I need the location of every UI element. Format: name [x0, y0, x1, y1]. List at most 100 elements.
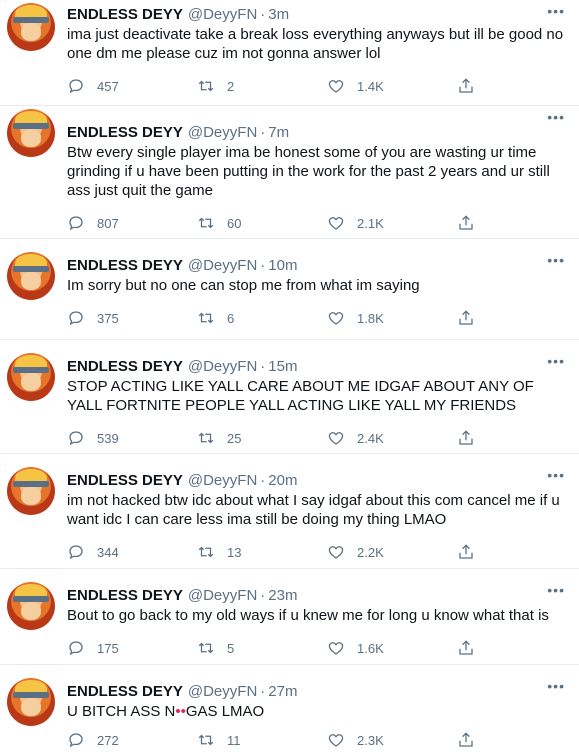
reply-count: 457	[97, 78, 119, 94]
avatar[interactable]	[7, 3, 55, 51]
share-button[interactable]	[457, 309, 487, 327]
retweet-button[interactable]: 2	[197, 77, 327, 95]
retweet-button[interactable]: 5	[197, 639, 327, 657]
action-bar: 375 6 1.8K	[67, 299, 565, 337]
timestamp[interactable]: 15m	[268, 358, 297, 375]
timestamp[interactable]: 27m	[268, 683, 297, 700]
more-options-icon[interactable]: •••	[547, 468, 565, 482]
reply-icon	[69, 641, 83, 656]
user-handle[interactable]: @DeyyFN	[188, 683, 257, 700]
share-icon	[459, 310, 473, 325]
more-options-icon[interactable]: •••	[547, 679, 565, 693]
user-handle[interactable]: @DeyyFN	[188, 6, 257, 23]
action-bar: 272 11 2.3K	[67, 725, 565, 755]
more-options-icon[interactable]: •••	[547, 253, 565, 267]
reply-count: 344	[97, 544, 119, 560]
retweet-button[interactable]: 60	[197, 214, 327, 232]
like-count: 1.8K	[357, 310, 384, 326]
more-options-icon[interactable]: •••	[547, 110, 565, 124]
tweet[interactable]: ••• ENDLESS DEYY @DeyyFN · 7m Btw every …	[0, 106, 579, 239]
like-button[interactable]: 2.1K	[327, 214, 457, 232]
reply-count: 539	[97, 430, 119, 446]
tweet-header: ENDLESS DEYY @DeyyFN · 7m	[67, 121, 565, 143]
more-options-icon[interactable]: •••	[547, 583, 565, 597]
like-button[interactable]: 2.3K	[327, 731, 457, 749]
heart-icon	[328, 312, 344, 325]
user-handle[interactable]: @DeyyFN	[188, 257, 257, 274]
avatar[interactable]	[7, 678, 55, 726]
reply-icon	[69, 311, 83, 326]
reply-button[interactable]: 539	[67, 429, 197, 447]
heart-icon	[328, 734, 344, 747]
tweet-feed: ••• ENDLESS DEYY @DeyyFN · 3m ima just d…	[0, 0, 579, 756]
share-icon	[459, 732, 473, 747]
tweet[interactable]: ••• ENDLESS DEYY @DeyyFN · 3m ima just d…	[0, 0, 579, 106]
share-icon	[459, 430, 473, 445]
avatar[interactable]	[7, 467, 55, 515]
share-button[interactable]	[457, 731, 487, 749]
avatar[interactable]	[7, 582, 55, 630]
censor-mark: ••	[175, 703, 186, 720]
retweet-button[interactable]: 6	[197, 309, 327, 327]
display-name[interactable]: ENDLESS DEYY	[67, 587, 183, 604]
reply-button[interactable]: 807	[67, 214, 197, 232]
retweet-button[interactable]: 13	[197, 543, 327, 561]
like-button[interactable]: 1.8K	[327, 309, 457, 327]
more-options-icon[interactable]: •••	[547, 4, 565, 18]
tweet-text: Im sorry but no one can stop me from wha…	[67, 277, 420, 294]
share-button[interactable]	[457, 214, 487, 232]
reply-count: 807	[97, 215, 119, 231]
heart-icon	[328, 642, 344, 655]
share-button[interactable]	[457, 543, 487, 561]
like-button[interactable]: 2.4K	[327, 429, 457, 447]
share-icon	[459, 215, 473, 230]
share-button[interactable]	[457, 429, 487, 447]
tweet[interactable]: ••• ENDLESS DEYY @DeyyFN · 20m im not ha…	[0, 454, 579, 569]
reply-button[interactable]: 344	[67, 543, 197, 561]
avatar[interactable]	[7, 252, 55, 300]
timestamp[interactable]: 23m	[268, 587, 297, 604]
display-name[interactable]: ENDLESS DEYY	[67, 124, 183, 141]
reply-button[interactable]: 175	[67, 639, 197, 657]
tweet[interactable]: ••• ENDLESS DEYY @DeyyFN · 10m Im sorry …	[0, 239, 579, 340]
timestamp[interactable]: 3m	[268, 6, 289, 23]
user-handle[interactable]: @DeyyFN	[188, 124, 257, 141]
display-name[interactable]: ENDLESS DEYY	[67, 472, 183, 489]
like-button[interactable]: 1.4K	[327, 77, 457, 95]
display-name[interactable]: ENDLESS DEYY	[67, 683, 183, 700]
reply-icon	[69, 733, 83, 748]
tweet-header: ENDLESS DEYY @DeyyFN · 3m	[67, 3, 565, 25]
share-button[interactable]	[457, 639, 487, 657]
display-name[interactable]: ENDLESS DEYY	[67, 6, 183, 23]
more-options-icon[interactable]: •••	[547, 354, 565, 368]
timestamp[interactable]: 7m	[268, 124, 289, 141]
retweet-button[interactable]: 11	[197, 731, 327, 749]
timestamp[interactable]: 20m	[268, 472, 297, 489]
avatar[interactable]	[7, 109, 55, 157]
retweet-button[interactable]: 25	[197, 429, 327, 447]
tweet[interactable]: ••• ENDLESS DEYY @DeyyFN · 15m STOP ACTI…	[0, 340, 579, 454]
avatar[interactable]	[7, 353, 55, 401]
retweet-icon	[198, 546, 214, 558]
retweet-count: 60	[227, 215, 242, 231]
separator: ·	[260, 682, 266, 700]
like-button[interactable]: 2.2K	[327, 543, 457, 561]
display-name[interactable]: ENDLESS DEYY	[67, 358, 183, 375]
display-name[interactable]: ENDLESS DEYY	[67, 257, 183, 274]
timestamp[interactable]: 10m	[268, 257, 297, 274]
user-handle[interactable]: @DeyyFN	[188, 358, 257, 375]
reply-button[interactable]: 457	[67, 77, 197, 95]
retweet-count: 5	[227, 640, 235, 656]
separator: ·	[260, 5, 266, 23]
user-handle[interactable]: @DeyyFN	[188, 587, 257, 604]
tweet-text: Btw every single player ima be honest so…	[67, 144, 554, 199]
reply-button[interactable]: 272	[67, 731, 197, 749]
reply-button[interactable]: 375	[67, 309, 197, 327]
share-button[interactable]	[457, 77, 487, 95]
tweet[interactable]: ••• ENDLESS DEYY @DeyyFN · 23m Bout to g…	[0, 569, 579, 665]
share-icon	[459, 640, 473, 655]
user-handle[interactable]: @DeyyFN	[188, 472, 257, 489]
like-button[interactable]: 1.6K	[327, 639, 457, 657]
reply-icon	[69, 545, 83, 560]
tweet[interactable]: ••• ENDLESS DEYY @DeyyFN · 27m U BITCH A…	[0, 665, 579, 756]
